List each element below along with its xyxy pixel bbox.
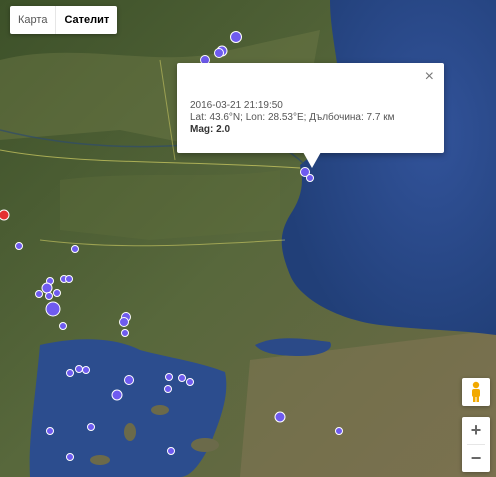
earthquake-marker[interactable] xyxy=(274,411,286,423)
earthquake-marker[interactable] xyxy=(87,423,95,431)
info-window-tail xyxy=(303,152,321,168)
earthquake-marker[interactable] xyxy=(45,292,53,300)
earthquake-marker[interactable] xyxy=(82,366,90,374)
close-icon[interactable]: × xyxy=(425,68,434,86)
earthquake-marker[interactable] xyxy=(15,242,23,250)
street-view-pegman-button[interactable] xyxy=(462,378,490,406)
earthquake-marker[interactable] xyxy=(121,329,129,337)
earthquake-marker[interactable] xyxy=(335,427,343,435)
info-window-content: 2016-03-21 21:19:50 Lat: 43.6°N; Lon: 28… xyxy=(190,100,394,136)
earthquake-marker[interactable] xyxy=(167,447,175,455)
map-canvas[interactable]: Карта Сателит × 2016-03-21 21:19:50 Lat:… xyxy=(0,0,496,477)
earthquake-marker[interactable] xyxy=(306,174,314,182)
earthquake-marker[interactable] xyxy=(59,322,67,330)
earthquake-marker[interactable] xyxy=(45,301,61,317)
earthquake-marker[interactable] xyxy=(71,245,79,253)
earthquake-marker[interactable] xyxy=(111,389,123,401)
earthquake-marker[interactable] xyxy=(46,427,54,435)
event-magnitude: Mag: 2.0 xyxy=(190,124,231,135)
earthquake-marker[interactable] xyxy=(186,378,194,386)
earthquake-marker[interactable] xyxy=(124,375,134,385)
earthquake-marker[interactable] xyxy=(35,290,43,298)
event-location: Lat: 43.6°N; Lon: 28.53°E; Дълбочина: 7.… xyxy=(190,112,395,123)
event-datetime: 2016-03-21 21:19:50 xyxy=(190,100,283,111)
earthquake-marker[interactable] xyxy=(165,373,173,381)
info-window: × 2016-03-21 21:19:50 Lat: 43.6°N; Lon: … xyxy=(177,63,444,168)
earthquake-marker[interactable] xyxy=(178,374,186,382)
earthquake-marker[interactable] xyxy=(66,453,74,461)
earthquake-marker[interactable] xyxy=(66,369,74,377)
map-type-satellite-button[interactable]: Сателит xyxy=(55,6,117,34)
earthquake-marker[interactable] xyxy=(53,289,61,297)
earthquake-marker[interactable] xyxy=(164,385,172,393)
zoom-control: + − xyxy=(462,417,490,472)
map-type-map-button[interactable]: Карта xyxy=(10,6,55,34)
earthquake-marker[interactable] xyxy=(119,317,129,327)
zoom-in-button[interactable]: + xyxy=(462,417,490,444)
pegman-icon xyxy=(472,381,480,402)
earthquake-marker[interactable] xyxy=(230,31,242,43)
earthquake-marker[interactable] xyxy=(65,275,73,283)
earthquake-marker[interactable] xyxy=(214,48,224,58)
map-type-control: Карта Сателит xyxy=(10,6,118,34)
zoom-out-button[interactable]: − xyxy=(462,445,490,472)
